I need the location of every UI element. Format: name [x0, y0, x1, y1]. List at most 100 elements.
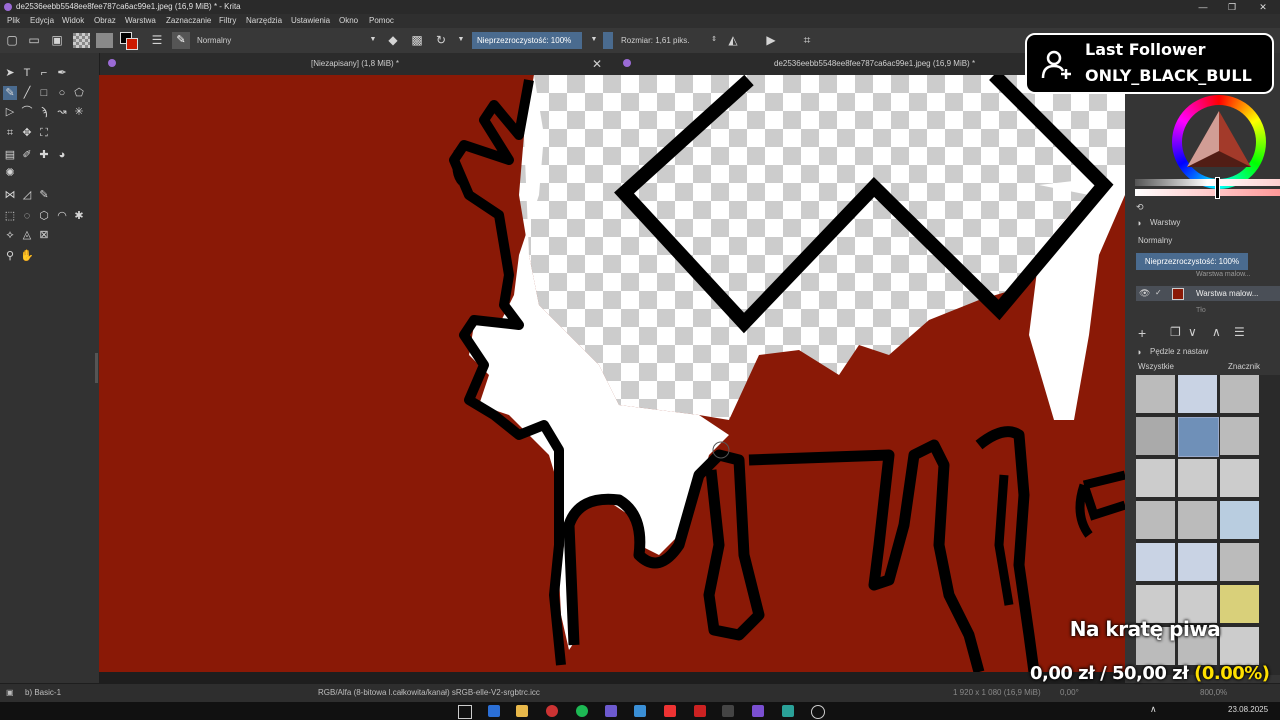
rectangle-tool-icon[interactable]: □: [37, 86, 51, 100]
rotation-angle[interactable]: 0,00°: [1060, 684, 1079, 702]
brush-settings-icon[interactable]: ☰: [150, 33, 164, 47]
slider-handle[interactable]: [1215, 177, 1220, 199]
transform-tool-icon[interactable]: ⛶: [37, 126, 51, 140]
smart-patch-tool-icon[interactable]: ✚: [37, 148, 51, 162]
crop-tool-icon[interactable]: ⌗: [3, 126, 17, 140]
color-picker-tool-icon[interactable]: ✐: [20, 148, 34, 162]
gradient-tool-icon[interactable]: ▤: [3, 148, 17, 162]
brush-preset-1[interactable]: [1136, 375, 1175, 413]
layer-opacity-slider[interactable]: Nieprzezroczystość: 100%: [1136, 253, 1248, 270]
polygon-tool-icon[interactable]: ⬠: [72, 86, 86, 100]
zoom-level[interactable]: 800,0%: [1200, 684, 1227, 702]
gradient-swatch[interactable]: [96, 33, 113, 48]
brush-preset-4[interactable]: [1136, 417, 1175, 455]
crop-wrap-icon[interactable]: ⌗: [800, 33, 814, 47]
menu-widok[interactable]: Widok: [62, 14, 84, 28]
contiguous-selection-tool-icon[interactable]: ✱: [72, 209, 86, 223]
layer-row-background[interactable]: Tło: [1196, 307, 1206, 314]
brush-preset-3[interactable]: [1220, 375, 1259, 413]
polyline-tool-icon[interactable]: ▷: [3, 105, 17, 119]
bezier-tool-icon[interactable]: ⌒: [20, 105, 34, 119]
mirror-vertical-icon[interactable]: ▶: [764, 33, 778, 47]
move-layer-up-icon[interactable]: ∧: [1212, 325, 1221, 339]
pattern-swatch[interactable]: [73, 33, 90, 48]
magnetic-selection-tool-icon[interactable]: ⊠: [37, 228, 51, 242]
brush-preset-14[interactable]: [1178, 543, 1217, 581]
reference-images-tool-icon[interactable]: ✎: [37, 188, 51, 202]
tab-unsaved[interactable]: [Niezapisany] (1,8 MiB) *: [311, 53, 399, 75]
menu-ustawienia[interactable]: Ustawienia: [291, 14, 330, 28]
similar-selection-tool-icon[interactable]: ⟡: [3, 228, 17, 242]
new-document-icon[interactable]: ▢: [5, 33, 19, 47]
layer-row-2[interactable]: Warstwa malow...: [1196, 289, 1258, 298]
mirror-horizontal-icon[interactable]: ◭: [726, 33, 740, 47]
brush-preset-icon[interactable]: ✎: [172, 32, 190, 49]
pan-tool-icon[interactable]: ✋: [20, 249, 34, 263]
menu-okno[interactable]: Okno: [339, 14, 358, 28]
brush-preset-2[interactable]: [1178, 375, 1217, 413]
fill-tool-icon[interactable]: ◕: [55, 148, 69, 162]
steam-app-icon[interactable]: [634, 705, 646, 717]
open-folder-icon[interactable]: ▭: [27, 33, 41, 47]
krita-app-taskbar-icon[interactable]: [752, 705, 764, 717]
visibility-eye-icon[interactable]: 👁: [1139, 288, 1150, 299]
word-app-icon[interactable]: [488, 705, 500, 717]
maximize-button[interactable]: ❐: [1221, 0, 1243, 14]
chevron-down-icon[interactable]: ▼: [454, 33, 468, 47]
value-slider[interactable]: [1135, 179, 1280, 186]
tab-current-image[interactable]: de2536eebb5548ee8fee787ca6ac99e1.jpeg (1…: [774, 53, 975, 75]
polygon-selection-tool-icon[interactable]: ⬡: [37, 209, 51, 223]
assistant-edit-tool-icon[interactable]: ⋈: [3, 188, 17, 202]
layer-properties-icon[interactable]: ☰: [1234, 325, 1245, 339]
brush-preset-13[interactable]: [1136, 543, 1175, 581]
brush-preset-9[interactable]: [1220, 459, 1259, 497]
chevron-down-icon[interactable]: ▼: [587, 33, 601, 47]
layer-row-1[interactable]: Warstwa malow...: [1196, 271, 1251, 278]
saturation-slider[interactable]: [1135, 189, 1280, 196]
rect-selection-tool-icon[interactable]: ⬚: [3, 209, 17, 223]
dynamic-brush-tool-icon[interactable]: ↝: [55, 105, 69, 119]
discord-app-icon[interactable]: [605, 705, 617, 717]
assistant-tool-icon[interactable]: ✺: [3, 166, 17, 180]
start-button-icon[interactable]: [458, 705, 472, 719]
calligraphy-tool-icon[interactable]: ✒: [55, 66, 69, 80]
brush-preset-7[interactable]: [1136, 459, 1175, 497]
save-icon[interactable]: ▣: [50, 33, 64, 47]
measure-tool-icon[interactable]: ◿: [20, 188, 34, 202]
toolbox-splitter[interactable]: [95, 353, 98, 383]
spin-arrows-icon[interactable]: ⇕: [707, 33, 721, 47]
color-triangle[interactable]: [1187, 111, 1251, 167]
reload-preset-icon[interactable]: ↻: [434, 33, 448, 47]
menu-plik[interactable]: Plik: [7, 14, 20, 28]
brush-tag-button[interactable]: Znacznik: [1228, 362, 1260, 371]
menu-pomoc[interactable]: Pomoc: [369, 14, 394, 28]
brush-preset-6[interactable]: [1220, 417, 1259, 455]
obs-app-icon[interactable]: [722, 705, 734, 717]
eraser-icon[interactable]: ◆: [386, 33, 400, 47]
preserve-alpha-icon[interactable]: ▩: [410, 33, 424, 47]
text-tool-icon[interactable]: T: [20, 66, 34, 80]
freehand-brush-tool-icon[interactable]: ✎: [3, 86, 17, 100]
menu-zaznaczanie[interactable]: Zaznaczanie: [166, 14, 211, 28]
size-slider[interactable]: Rozmiar: 1,61 piks.: [616, 32, 716, 49]
file-explorer-icon[interactable]: [516, 705, 528, 717]
ellipse-tool-icon[interactable]: ○: [55, 86, 69, 100]
ellipse-selection-tool-icon[interactable]: ◌: [20, 209, 34, 223]
menu-narzedzia[interactable]: Narzędzia: [246, 14, 282, 28]
freehand-selection-tool-icon[interactable]: ◠: [55, 209, 69, 223]
select-shapes-tool-icon[interactable]: ➤: [3, 66, 17, 80]
brush-filter-select[interactable]: Wszystkie: [1138, 362, 1218, 371]
chevron-down-icon[interactable]: ▼: [366, 33, 380, 47]
menu-filtry[interactable]: Filtry: [219, 14, 236, 28]
app-icon-red[interactable]: [694, 705, 706, 717]
multibrush-tool-icon[interactable]: ✳: [72, 105, 86, 119]
minimize-button[interactable]: —: [1192, 0, 1214, 14]
freehand-path-tool-icon[interactable]: ϡ: [37, 105, 51, 119]
blend-mode-select[interactable]: Normalny: [192, 32, 372, 49]
app-icon-teal[interactable]: [782, 705, 794, 717]
menu-warstwa[interactable]: Warstwa: [125, 14, 156, 28]
zoom-tool-icon[interactable]: ⚲: [3, 249, 17, 263]
app-icon-circle[interactable]: [811, 705, 825, 719]
add-layer-icon[interactable]: +: [1138, 325, 1146, 341]
edit-shapes-tool-icon[interactable]: ⌐: [37, 66, 51, 80]
